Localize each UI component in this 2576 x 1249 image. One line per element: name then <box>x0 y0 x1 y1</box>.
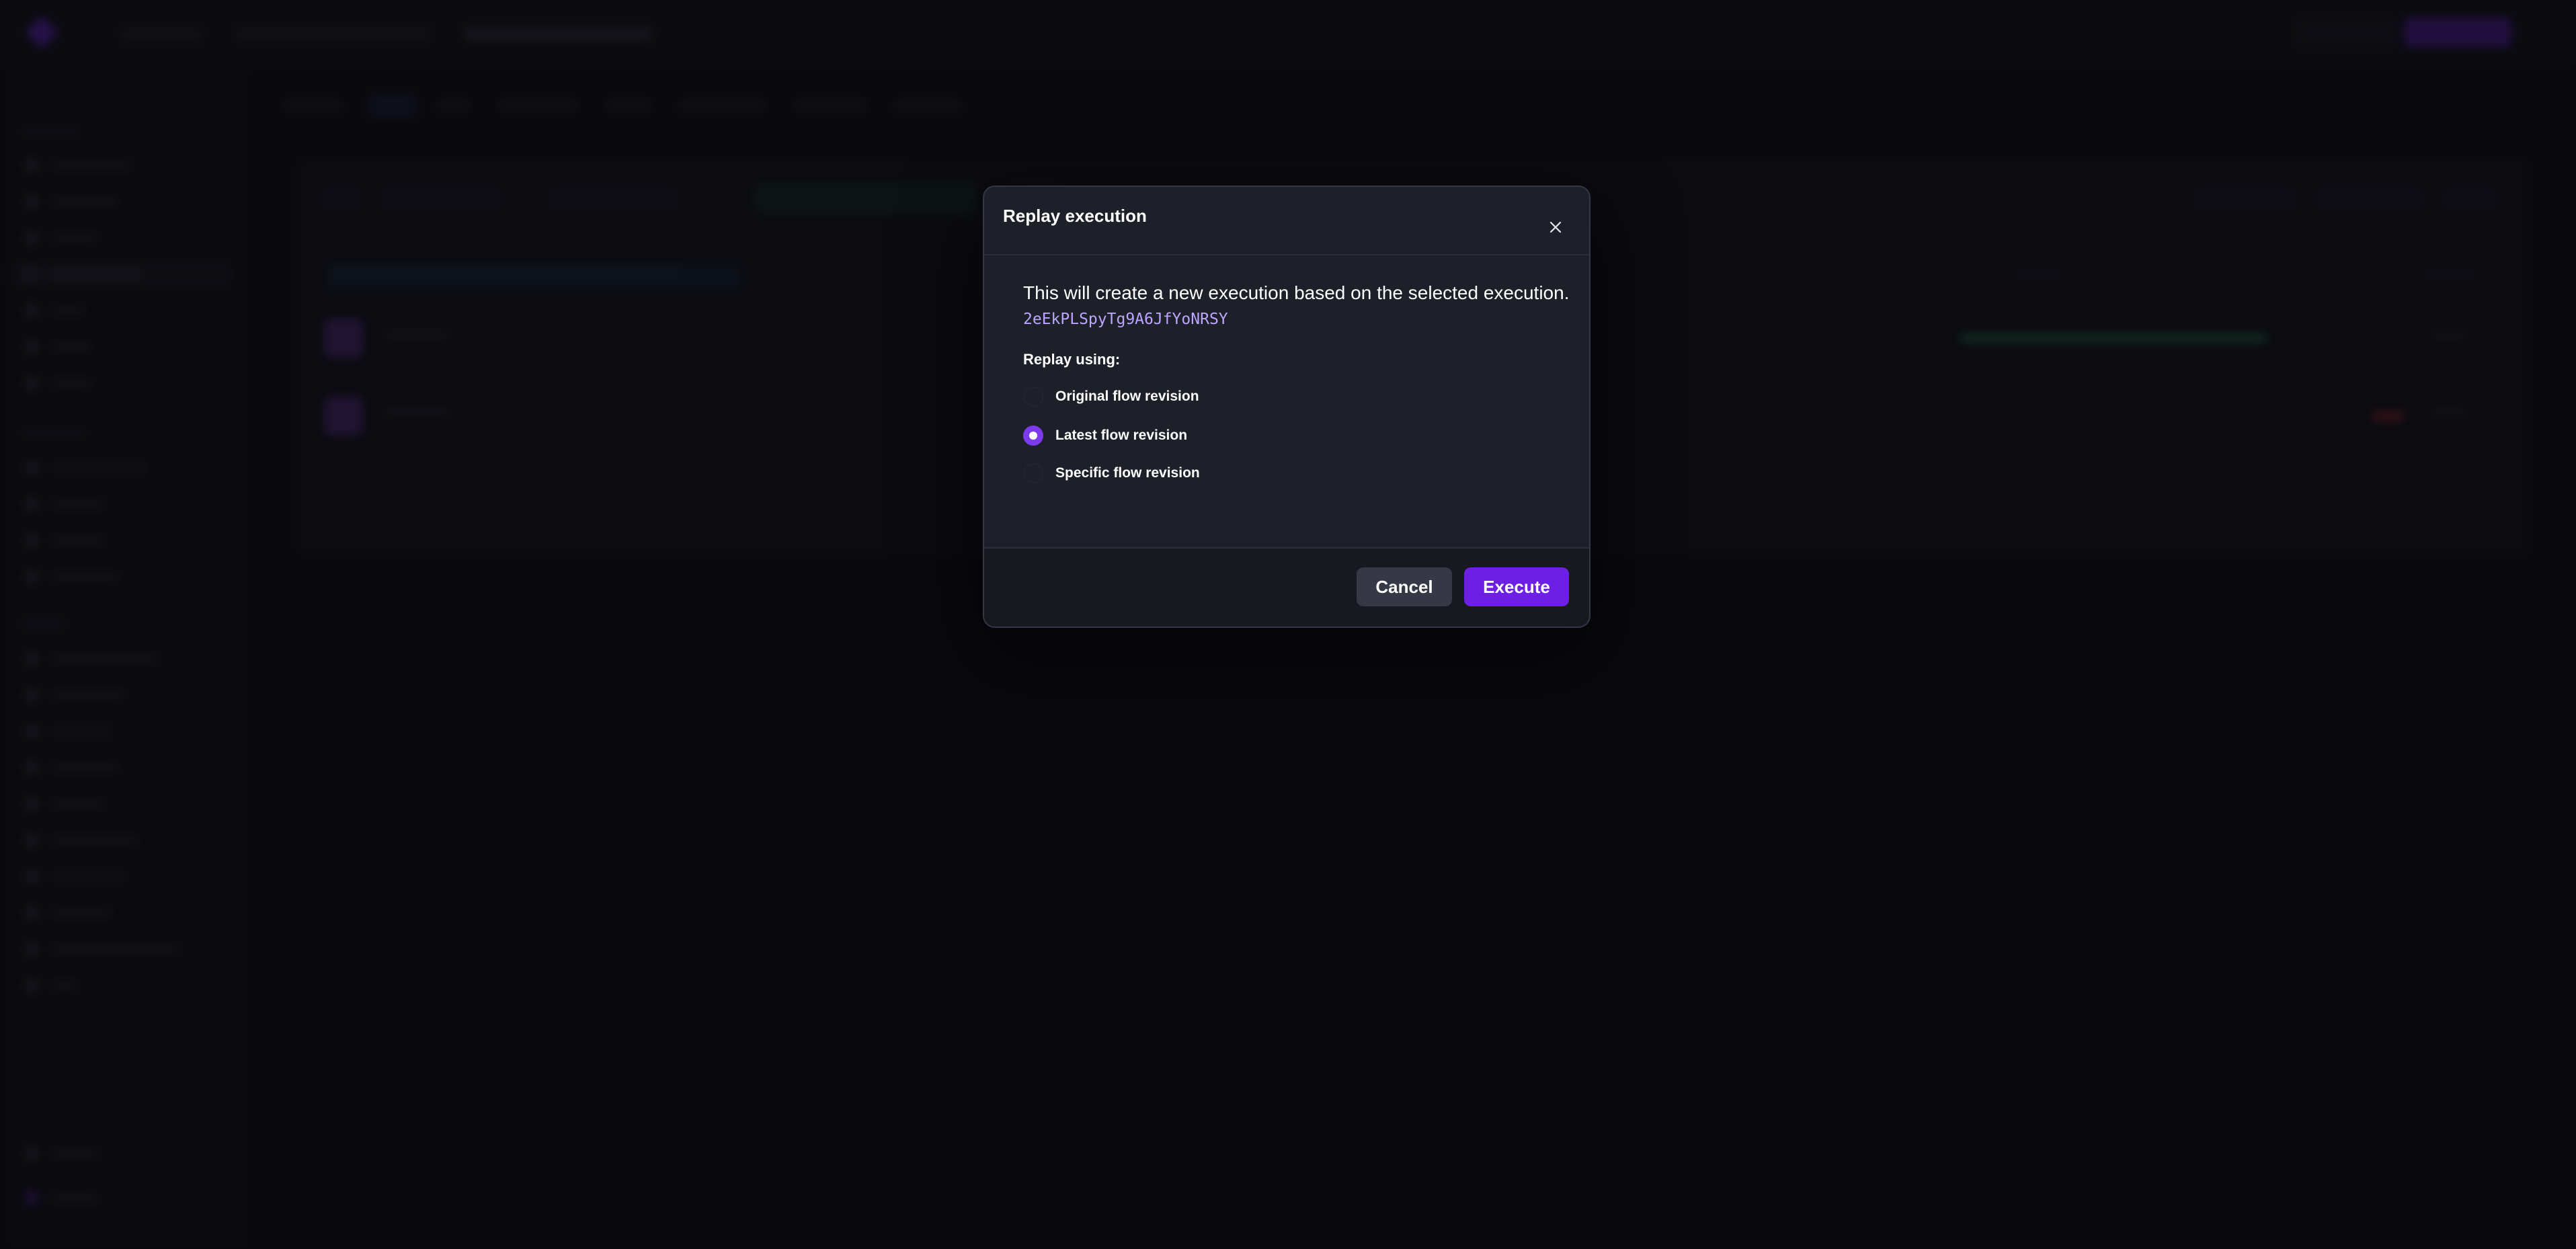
option-original-flow-revision[interactable]: Original flow revision <box>1023 383 1199 410</box>
radio-selected-dot <box>1029 432 1037 440</box>
close-icon <box>1549 221 1562 233</box>
option-label: Specific flow revision <box>1055 465 1200 481</box>
dialog-footer: Cancel Execute <box>984 547 1589 627</box>
option-specific-flow-revision[interactable]: Specific flow revision <box>1023 460 1200 487</box>
execute-button[interactable]: Execute <box>1464 567 1569 606</box>
close-button[interactable] <box>1539 211 1572 243</box>
radio-original-flow-revision[interactable] <box>1023 387 1043 407</box>
option-latest-flow-revision[interactable]: Latest flow revision <box>1023 422 1187 449</box>
dialog-header: Replay execution <box>984 187 1589 255</box>
radio-latest-flow-revision[interactable] <box>1023 426 1043 446</box>
option-label: Original flow revision <box>1055 389 1199 404</box>
option-label: Latest flow revision <box>1055 428 1188 443</box>
dialog-description: This will create a new execution based o… <box>1023 282 1570 303</box>
radio-specific-flow-revision[interactable] <box>1023 463 1043 483</box>
replay-execution-dialog: Replay execution This will create a new … <box>983 186 1591 628</box>
execution-id: 2eEkPLSpyTg9A6JfYoNRSY <box>1023 311 1228 328</box>
dialog-title: Replay execution <box>1003 206 1147 226</box>
replay-using-label: Replay using: <box>1023 351 1121 368</box>
cancel-button[interactable]: Cancel <box>1357 567 1452 606</box>
